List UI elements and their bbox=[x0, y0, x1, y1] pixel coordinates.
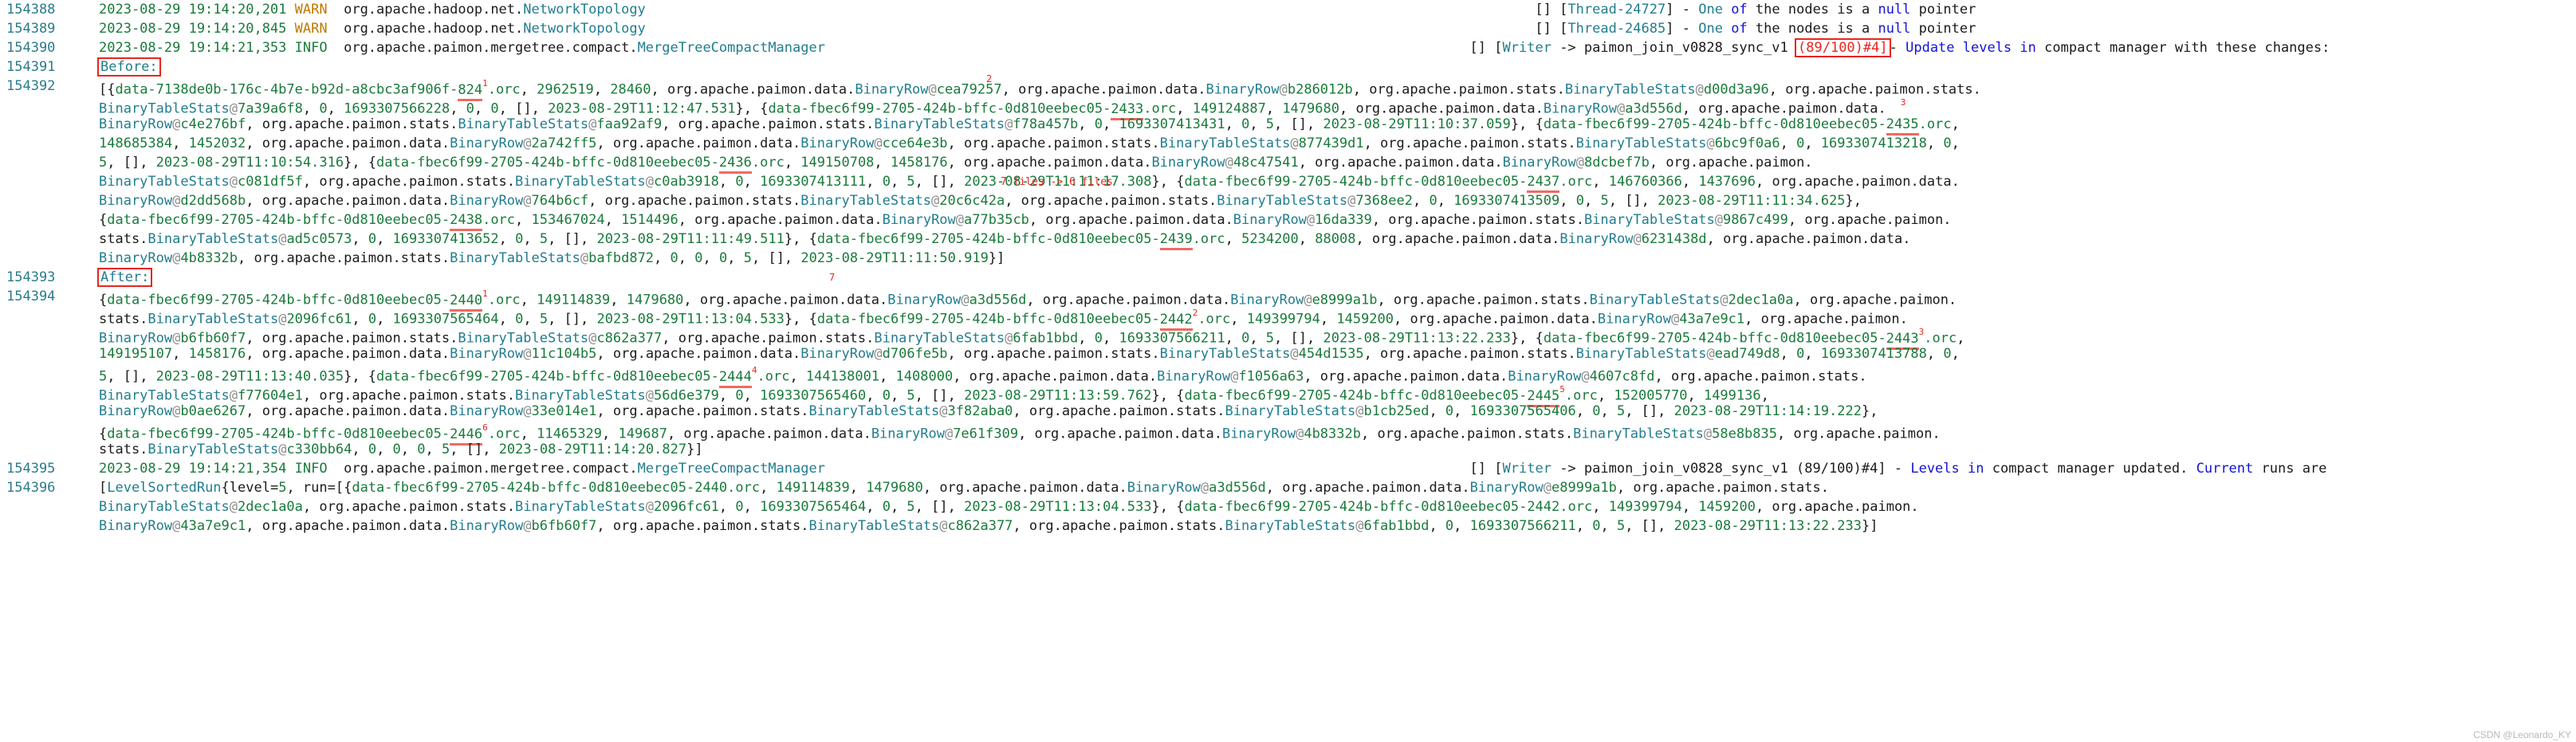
log-text: BinaryRow@b0ae6267, org.apache.paimon.da… bbox=[99, 403, 1878, 419]
log-text: {data-fbec6f99-2705-424b-bffc-0d810eebec… bbox=[94, 210, 2576, 231]
log-text: BinaryRow@4b8332b, org.apache.paimon.sta… bbox=[99, 250, 1005, 266]
writer-badge-annotation: (89/100)#4] bbox=[1795, 38, 1891, 57]
line-number: 154396 bbox=[6, 480, 56, 496]
line-number: 154391 bbox=[6, 59, 56, 75]
log-text: 2023-08-29 19:14:21,354 INFO org.apache.… bbox=[99, 461, 2327, 477]
log-text: 2023-08-29 19:14:21,353 INFO org.apache.… bbox=[99, 38, 2330, 57]
log-text: 5, [], 2023-08-29T11:10:54.316}, {data-f… bbox=[94, 153, 2576, 174]
log-line[interactable]: BinaryRow@4b8332b, org.apache.paimon.sta… bbox=[0, 249, 2576, 268]
log-line[interactable]: 154390 2023-08-29 19:14:21,353 INFO org.… bbox=[0, 38, 2576, 57]
log-text: BinaryTableStats@2dec1a0a, org.apache.pa… bbox=[99, 499, 1919, 515]
log-console[interactable]: 154388 2023-08-29 19:14:20,201 WARN org.… bbox=[0, 0, 2576, 742]
log-line[interactable]: 148685384, 1452032, org.apache.paimon.da… bbox=[0, 134, 2576, 153]
log-text: BinaryRow@43a7e9c1, org.apache.paimon.da… bbox=[99, 518, 1878, 534]
log-text: 2023-08-29 19:14:20,845 WARN org.apache.… bbox=[99, 21, 1976, 37]
log-line[interactable]: BinaryRow@43a7e9c1, org.apache.paimon.da… bbox=[0, 516, 2576, 536]
line-number: 154394 bbox=[6, 289, 56, 304]
log-line[interactable]: {data-fbec6f99-2705-424b-bffc-0d810eebec… bbox=[0, 210, 2576, 231]
log-line[interactable]: 5, [], 2023-08-29T11:10:54.316}, {data-f… bbox=[0, 153, 2576, 174]
line-number: 154392 bbox=[6, 78, 56, 94]
log-text: Before: bbox=[94, 57, 2576, 77]
log-line[interactable]: 154389 2023-08-29 19:14:20,845 WARN org.… bbox=[0, 19, 2576, 38]
log-text: [LevelSortedRun{level=5, run=[{data-fbec… bbox=[99, 480, 1829, 496]
line-number: 154388 bbox=[6, 2, 56, 18]
log-text: BinaryRow@d2dd568b, org.apache.paimon.da… bbox=[99, 193, 1862, 209]
log-line[interactable]: BinaryTableStats@2dec1a0a, org.apache.pa… bbox=[0, 497, 2576, 516]
line-number: 154389 bbox=[6, 21, 56, 37]
files-count-annotation: 7 files -> 6 files bbox=[1001, 176, 1113, 188]
log-line[interactable]: 154394 {data-fbec6f99-2705-424b-bffc-0d8… bbox=[0, 287, 2576, 312]
log-line[interactable]: {data-fbec6f99-2705-424b-bffc-0d810eebec… bbox=[0, 421, 2576, 446]
log-line[interactable]: BinaryRow@b6fb60f7, org.apache.paimon.st… bbox=[0, 325, 2576, 350]
log-line[interactable]: BinaryRow@d2dd568b, org.apache.paimon.da… bbox=[0, 191, 2576, 210]
watermark: CSDN @Leonardo_KY bbox=[2473, 729, 2571, 740]
log-text: stats.BinaryTableStats@c330bb64, 0, 0, 0… bbox=[99, 442, 703, 457]
log-line[interactable]: 154388 2023-08-29 19:14:20,201 WARN org.… bbox=[0, 0, 2576, 19]
log-line[interactable]: BinaryTableStats@7a39a6f8, 0, 1693307566… bbox=[0, 96, 2576, 120]
line-number: 154390 bbox=[6, 40, 56, 56]
superscript-marker-7: 7 bbox=[829, 272, 836, 283]
log-line[interactable]: 154395 2023-08-29 19:14:21,354 INFO org.… bbox=[0, 459, 2576, 478]
log-text: 148685384, 1452032, org.apache.paimon.da… bbox=[99, 135, 1960, 151]
before-label-annotation: Before: bbox=[97, 57, 161, 77]
line-number: 154395 bbox=[6, 461, 56, 477]
log-text: stats.BinaryTableStats@ad5c0573, 0, 1693… bbox=[94, 230, 2576, 250]
superscript-marker-2: 2 bbox=[986, 73, 993, 84]
log-line[interactable]: BinaryTableStats@c081df5f, org.apache.pa… bbox=[0, 172, 2576, 193]
log-line[interactable]: 154393 After: bbox=[0, 268, 2576, 287]
log-line[interactable]: stats.BinaryTableStats@c330bb64, 0, 0, 0… bbox=[0, 440, 2576, 459]
log-line[interactable]: 154396 [LevelSortedRun{level=5, run=[{da… bbox=[0, 478, 2576, 497]
line-number: 154393 bbox=[6, 269, 56, 285]
log-line[interactable]: BinaryTableStats@f77604e1, org.apache.pa… bbox=[0, 383, 2576, 407]
log-line[interactable]: 154392 [{data-7138de0b-176c-4b7e-b92d-a8… bbox=[0, 77, 2576, 101]
log-text: BinaryTableStats@c081df5f, org.apache.pa… bbox=[94, 172, 2576, 193]
log-text: 149195107, 1458176, org.apache.paimon.da… bbox=[99, 346, 1960, 362]
log-line[interactable]: stats.BinaryTableStats@2096fc61, 0, 1693… bbox=[0, 306, 2576, 331]
after-label-annotation: After: bbox=[97, 268, 153, 287]
log-line[interactable]: 154391 Before: bbox=[0, 57, 2576, 77]
log-line[interactable]: 5, [], 2023-08-29T11:13:40.035}, {data-f… bbox=[0, 363, 2576, 388]
log-line[interactable]: 149195107, 1458176, org.apache.paimon.da… bbox=[0, 344, 2576, 363]
log-line[interactable]: BinaryRow@b0ae6267, org.apache.paimon.da… bbox=[0, 402, 2576, 421]
log-line[interactable]: BinaryRow@c4e276bf, org.apache.paimon.st… bbox=[0, 115, 2576, 135]
log-text: 2023-08-29 19:14:20,201 WARN org.apache.… bbox=[99, 2, 1976, 18]
log-line[interactable]: stats.BinaryTableStats@ad5c0573, 0, 1693… bbox=[0, 230, 2576, 250]
log-text: BinaryRow@c4e276bf, org.apache.paimon.st… bbox=[94, 115, 2576, 135]
log-text: After: bbox=[94, 268, 2576, 287]
